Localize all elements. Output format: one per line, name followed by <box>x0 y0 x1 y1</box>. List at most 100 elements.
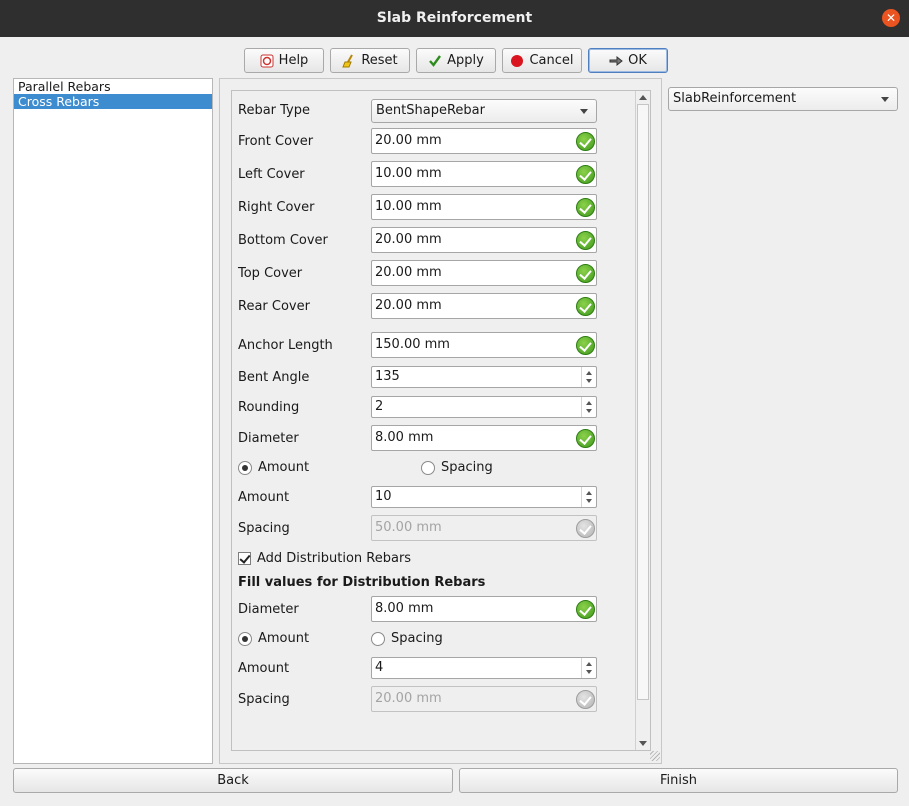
reset-button[interactable]: Reset <box>330 48 410 73</box>
distribution-spacing-field: 20.00 mm <box>371 686 597 712</box>
rebar-type-value: BentShapeRebar <box>376 103 485 118</box>
spacing-label: Spacing <box>238 521 290 536</box>
window-title: Slab Reinforcement <box>376 10 533 26</box>
distribution-amount-spinbox[interactable]: 4 <box>371 657 597 679</box>
valid-check-icon <box>576 429 595 448</box>
form-scrollbar[interactable] <box>635 91 650 750</box>
rebar-type-label: Rebar Type <box>238 103 311 118</box>
amount-spinbox[interactable]: 10 <box>371 486 597 508</box>
distribution-spacing-value: 20.00 mm <box>375 691 442 706</box>
left-cover-label: Left Cover <box>238 167 305 182</box>
spacing-radio-label: Spacing <box>441 460 493 475</box>
close-icon[interactable]: ✕ <box>882 9 900 27</box>
front-cover-value: 20.00 mm <box>375 133 442 148</box>
valid-check-icon <box>576 132 595 151</box>
distribution-amount-label: Amount <box>238 661 290 676</box>
right-cover-field[interactable]: 10.00 mm <box>371 194 597 220</box>
rounding-label: Rounding <box>238 400 300 415</box>
bent-angle-label: Bent Angle <box>238 370 310 385</box>
chevron-down-icon <box>881 97 889 102</box>
help-label: Help <box>278 53 309 68</box>
valid-check-icon <box>576 231 595 250</box>
valid-check-icon <box>576 519 595 538</box>
radio-button-checked[interactable] <box>238 631 252 646</box>
spacing-field: 50.00 mm <box>371 515 597 541</box>
ok-button[interactable]: OK <box>588 48 668 73</box>
distribution-spacing-radio-label: Spacing <box>391 631 443 646</box>
rear-cover-label: Rear Cover <box>238 299 310 314</box>
resize-grip-icon[interactable] <box>650 751 660 761</box>
valid-check-icon <box>576 600 595 619</box>
diameter-field[interactable]: 8.00 mm <box>371 425 597 451</box>
help-button[interactable]: Help <box>244 48 324 73</box>
right-cover-value: 10.00 mm <box>375 199 442 214</box>
scroll-up-icon[interactable] <box>639 95 647 100</box>
help-icon <box>260 54 274 68</box>
rear-cover-field[interactable]: 20.00 mm <box>371 293 597 319</box>
front-cover-field[interactable]: 20.00 mm <box>371 128 597 154</box>
left-cover-field[interactable]: 10.00 mm <box>371 161 597 187</box>
valid-check-icon <box>576 690 595 709</box>
distribution-amount-radio[interactable]: Amount <box>238 631 309 646</box>
apply-label: Apply <box>447 53 484 68</box>
distribution-spacing-radio[interactable]: Spacing <box>371 631 443 646</box>
form-scroll-area <box>231 90 651 751</box>
add-distribution-label: Add Distribution Rebars <box>257 551 412 566</box>
radio-button-checked[interactable] <box>238 460 252 475</box>
amount-radio[interactable]: Amount <box>238 460 309 475</box>
spin-arrows-icon[interactable] <box>581 658 596 678</box>
list-item-parallel-rebars[interactable]: Parallel Rebars <box>14 79 212 94</box>
distribution-amount-radio-label: Amount <box>258 631 310 646</box>
cancel-button[interactable]: Cancel <box>502 48 582 73</box>
rounding-spinbox[interactable]: 2 <box>371 396 597 418</box>
spacing-value: 50.00 mm <box>375 520 442 535</box>
scrollbar-thumb[interactable] <box>637 104 649 700</box>
valid-check-icon <box>576 297 595 316</box>
object-selector-value: SlabReinforcement <box>673 91 797 106</box>
diameter-label: Diameter <box>238 431 299 446</box>
scroll-down-icon[interactable] <box>639 741 647 746</box>
anchor-length-field[interactable]: 150.00 mm <box>371 332 597 358</box>
top-cover-field[interactable]: 20.00 mm <box>371 260 597 286</box>
bottom-cover-field[interactable]: 20.00 mm <box>371 227 597 253</box>
object-selector[interactable]: SlabReinforcement <box>668 87 898 111</box>
radio-button-unchecked[interactable] <box>371 631 385 646</box>
spacing-radio[interactable]: Spacing <box>421 460 493 475</box>
amount-value: 10 <box>375 489 392 504</box>
checkmark-icon <box>428 54 442 68</box>
valid-check-icon <box>576 336 595 355</box>
amount-label: Amount <box>238 490 290 505</box>
rebar-type-select[interactable]: BentShapeRebar <box>371 99 597 123</box>
apply-button[interactable]: Apply <box>416 48 496 73</box>
chevron-down-icon <box>580 109 588 114</box>
title-bar: Slab Reinforcement ✕ <box>0 0 909 37</box>
spin-arrows-icon[interactable] <box>581 397 596 417</box>
anchor-length-value: 150.00 mm <box>375 337 450 352</box>
broom-icon <box>342 54 356 68</box>
finish-button[interactable]: Finish <box>459 768 898 793</box>
checkbox-checked[interactable] <box>238 552 251 565</box>
ok-label: OK <box>628 53 647 68</box>
back-button[interactable]: Back <box>13 768 453 793</box>
distribution-section-title: Fill values for Distribution Rebars <box>238 575 486 590</box>
distribution-diameter-field[interactable]: 8.00 mm <box>371 596 597 622</box>
spin-arrows-icon[interactable] <box>581 487 596 507</box>
cancel-label: Cancel <box>529 53 574 68</box>
bent-angle-spinbox[interactable]: 135 <box>371 366 597 388</box>
hand-pointer-icon <box>609 54 623 68</box>
reset-label: Reset <box>361 53 398 68</box>
rear-cover-value: 20.00 mm <box>375 298 442 313</box>
valid-check-icon <box>576 165 595 184</box>
diameter-value: 8.00 mm <box>375 430 434 445</box>
top-cover-label: Top Cover <box>238 266 303 281</box>
radio-button-unchecked[interactable] <box>421 460 435 475</box>
add-distribution-checkbox[interactable]: Add Distribution Rebars <box>238 551 411 566</box>
stop-icon <box>510 54 524 68</box>
bent-angle-value: 135 <box>375 369 400 384</box>
list-item-cross-rebars[interactable]: Cross Rebars <box>14 94 212 109</box>
valid-check-icon <box>576 198 595 217</box>
top-cover-value: 20.00 mm <box>375 265 442 280</box>
spin-arrows-icon[interactable] <box>581 367 596 387</box>
right-cover-label: Right Cover <box>238 200 315 215</box>
rebar-list: Parallel Rebars Cross Rebars <box>13 78 213 764</box>
